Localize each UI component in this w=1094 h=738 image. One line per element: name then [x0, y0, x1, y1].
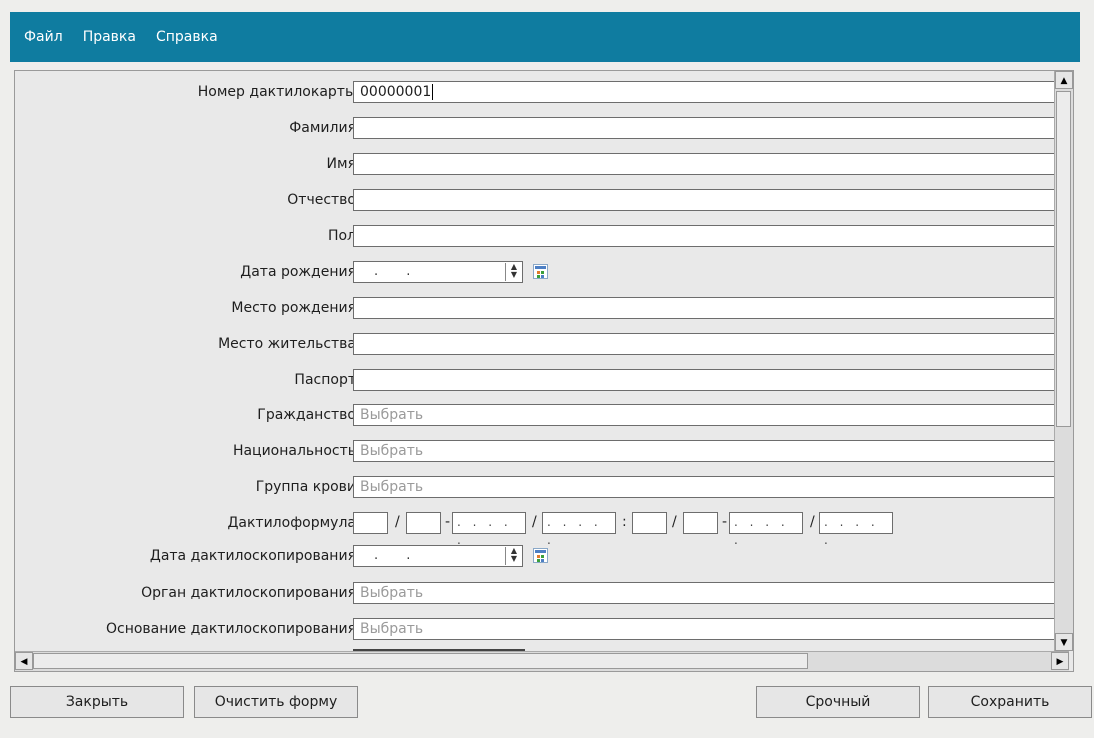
df-field-6[interactable]	[683, 512, 718, 534]
dactyl-date-input[interactable]: . .	[353, 545, 523, 567]
form-viewport: Номер дактилокарты 00000001 Фамилия Имя …	[15, 71, 1069, 651]
df-sep-2: -	[445, 514, 451, 530]
scroll-right-icon[interactable]: ▶	[1051, 652, 1069, 670]
card-number-label: Номер дактилокарты	[197, 84, 356, 100]
row-dactyl-reason: Основание дактилоскопирования Выбрать	[15, 618, 1069, 642]
row-citizenship: Гражданство Выбрать	[15, 404, 1069, 428]
df-field-3[interactable]: . . . . .	[452, 512, 526, 547]
calendar-icon[interactable]	[533, 264, 548, 279]
row-birth-place: Место рождения	[15, 297, 1069, 321]
df-field-4[interactable]: . . . . .	[542, 512, 616, 547]
df-field-7[interactable]: . . . . .	[729, 512, 803, 547]
row-dactyl-date: Дата дактилоскопирования . . ▲ ▼	[15, 545, 1069, 569]
row-surname: Фамилия	[15, 117, 1069, 141]
patronymic-label: Отчество	[287, 192, 356, 208]
dactyloformula-label: Дактилоформула	[227, 515, 356, 531]
patronymic-input[interactable]	[353, 189, 1069, 211]
blood-group-label: Группа крови	[255, 479, 356, 495]
row-patronymic: Отчество	[15, 189, 1069, 213]
menu-edit[interactable]: Правка	[83, 29, 136, 45]
horizontal-scroll-thumb[interactable]	[33, 653, 808, 669]
df-field-5[interactable]	[632, 512, 667, 534]
row-sex: Пол	[15, 225, 1069, 249]
birth-date-spinner[interactable]: ▲ ▼	[505, 263, 522, 281]
residence-input[interactable]	[353, 333, 1069, 355]
df-sep-4: :	[622, 514, 627, 530]
birth-date-input[interactable]: . .	[353, 261, 523, 283]
citizenship-label: Гражданство	[257, 407, 356, 423]
birth-place-label: Место рождения	[231, 300, 356, 316]
blood-group-select[interactable]: Выбрать	[353, 476, 1069, 498]
nationality-select[interactable]: Выбрать	[353, 440, 1069, 462]
row-dactyl-org: Орган дактилоскопирования Выбрать	[15, 582, 1069, 606]
birth-place-input[interactable]	[353, 297, 1069, 319]
card-number-value: 00000001	[360, 84, 432, 100]
row-nationality: Национальность Выбрать	[15, 440, 1069, 464]
sex-input[interactable]	[353, 225, 1069, 247]
save-button[interactable]: Сохранить	[928, 686, 1092, 718]
name-label: Имя	[326, 156, 356, 172]
citizenship-select[interactable]: Выбрать	[353, 404, 1069, 426]
clear-form-button[interactable]: Очистить форму	[194, 686, 358, 718]
residence-label: Место жительства	[218, 336, 356, 352]
form-scroll-area: Номер дактилокарты 00000001 Фамилия Имя …	[14, 70, 1074, 672]
row-residence: Место жительства	[15, 333, 1069, 357]
calendar-icon[interactable]	[533, 548, 548, 563]
row-card-number: Номер дактилокарты 00000001	[15, 81, 1069, 105]
scroll-down-icon[interactable]: ▼	[1055, 633, 1073, 651]
df-field-8[interactable]: . . . . .	[819, 512, 893, 547]
surname-input[interactable]	[353, 117, 1069, 139]
passport-input[interactable]	[353, 369, 1069, 391]
scroll-left-icon[interactable]: ◀	[15, 652, 33, 670]
dactyl-org-select[interactable]: Выбрать	[353, 582, 1069, 604]
menu-bar: Файл Правка Справка	[10, 12, 1080, 62]
surname-label: Фамилия	[289, 120, 356, 136]
urgent-button[interactable]: Срочный	[756, 686, 920, 718]
dactyl-reason-select[interactable]: Выбрать	[353, 618, 1069, 640]
df-sep-5: /	[672, 514, 677, 530]
row-blood-group: Группа крови Выбрать	[15, 476, 1069, 500]
menu-help[interactable]: Справка	[156, 29, 218, 45]
row-passport: Паспорт	[15, 369, 1069, 393]
df-sep-1: /	[395, 514, 400, 530]
sex-label: Пол	[327, 228, 356, 244]
card-number-input[interactable]: 00000001	[353, 81, 1069, 103]
df-field-1[interactable]	[353, 512, 388, 534]
dactyl-date-spinner[interactable]: ▲ ▼	[505, 547, 522, 565]
birth-date-label: Дата рождения	[240, 264, 356, 280]
horizontal-scrollbar[interactable]: ◀ ▶	[15, 651, 1069, 671]
vertical-scroll-thumb[interactable]	[1056, 91, 1071, 427]
df-field-2[interactable]	[406, 512, 441, 534]
dactyl-date-label: Дата дактилоскопирования	[149, 548, 356, 564]
close-button[interactable]: Закрыть	[10, 686, 184, 718]
dactyl-reason-label: Основание дактилоскопирования	[106, 621, 356, 637]
dactyl-org-label: Орган дактилоскопирования	[141, 585, 356, 601]
vertical-scrollbar[interactable]: ▲ ▼	[1054, 71, 1073, 651]
df-sep-6: -	[722, 514, 728, 530]
row-birth-date: Дата рождения . . ▲ ▼	[15, 261, 1069, 285]
row-dactyloformula: Дактилоформула / - . . . . . / . . . . .…	[15, 512, 1069, 547]
menu-file[interactable]: Файл	[24, 29, 63, 45]
df-sep-7: /	[810, 514, 815, 530]
text-cursor	[432, 84, 434, 100]
df-sep-3: /	[532, 514, 537, 530]
passport-label: Паспорт	[294, 372, 356, 388]
nationality-label: Национальность	[232, 443, 356, 459]
row-name: Имя	[15, 153, 1069, 177]
name-input[interactable]	[353, 153, 1069, 175]
scroll-up-icon[interactable]: ▲	[1055, 71, 1073, 89]
